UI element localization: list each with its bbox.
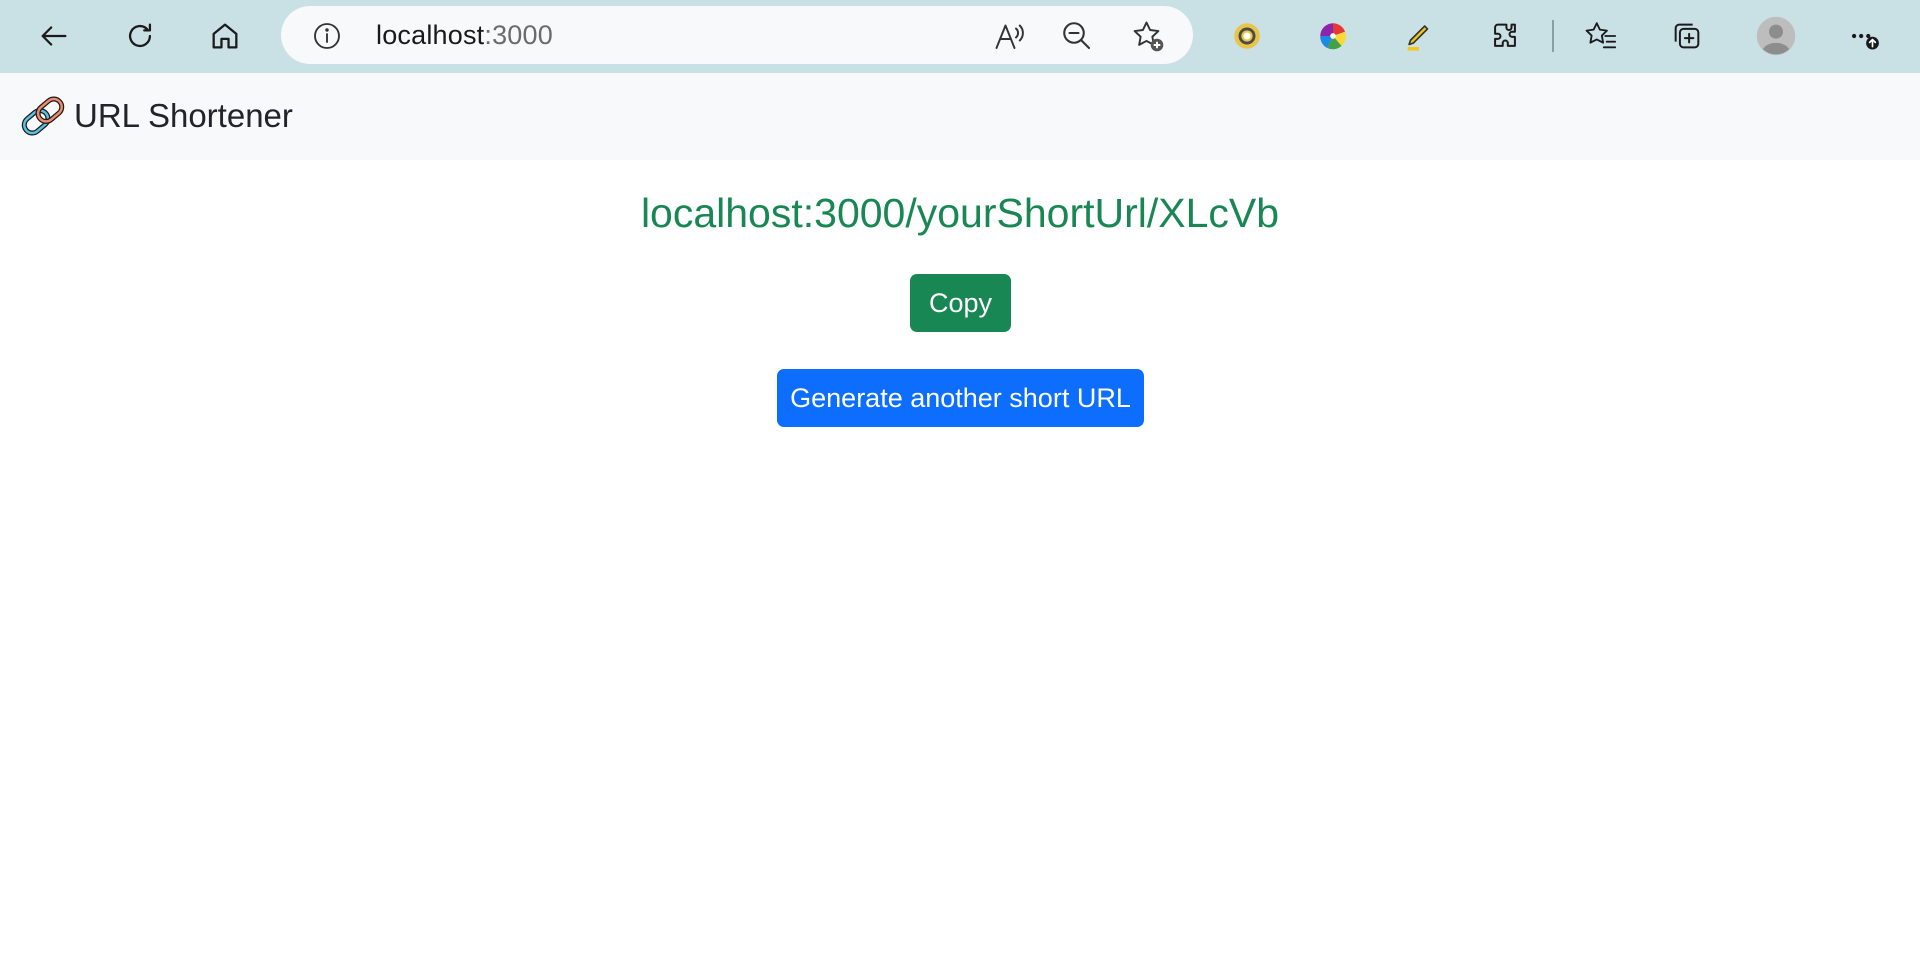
collections-icon <box>1674 23 1700 49</box>
favorites-icon <box>1585 22 1617 49</box>
home-icon <box>212 23 238 49</box>
copy-button[interactable]: Copy <box>910 274 1011 332</box>
address-host: localhost <box>376 20 485 50</box>
color-picker-icon <box>1320 23 1346 50</box>
link-icon <box>21 96 65 136</box>
refresh-icon <box>128 23 152 48</box>
toolbar-divider <box>1552 20 1554 52</box>
highlighter-button[interactable] <box>1395 12 1443 60</box>
browser-toolbar: localhost:3000 <box>0 0 1920 73</box>
generate-another-button[interactable]: Generate another short URL <box>777 369 1144 427</box>
highlighter-icon <box>1407 25 1429 51</box>
extensions-button[interactable] <box>1481 12 1529 60</box>
extension-circle-button[interactable] <box>1223 12 1271 60</box>
profile-icon <box>1756 16 1796 56</box>
profile-button[interactable] <box>1752 12 1800 60</box>
extension-circle-icon <box>1234 23 1260 49</box>
navbar-brand[interactable]: URL Shortener <box>18 93 293 139</box>
collections-button[interactable] <box>1663 12 1711 60</box>
app-navbar: URL Shortener <box>0 73 1920 160</box>
color-picker-button[interactable] <box>1309 12 1357 60</box>
read-aloud-icon[interactable] <box>992 18 1028 54</box>
favorites-button[interactable] <box>1577 12 1625 60</box>
short-url-text: localhost:3000/yourShortUrl/XLcVb <box>640 190 1280 236</box>
address-port: :3000 <box>484 20 553 50</box>
refresh-button[interactable] <box>116 12 164 60</box>
more-icon <box>1851 33 1879 50</box>
site-info-icon[interactable] <box>311 20 343 52</box>
address-url[interactable]: localhost:3000 <box>376 20 553 51</box>
more-button[interactable] <box>1840 12 1888 60</box>
extensions-icon <box>1494 23 1516 47</box>
navbar-brand-label: URL Shortener <box>74 97 293 134</box>
back-icon <box>41 26 67 46</box>
add-favorite-icon[interactable] <box>1130 18 1166 54</box>
zoom-out-icon[interactable] <box>1059 18 1095 54</box>
home-button[interactable] <box>201 12 249 60</box>
address-bar[interactable]: localhost:3000 <box>281 6 1193 64</box>
back-button[interactable] <box>30 12 78 60</box>
